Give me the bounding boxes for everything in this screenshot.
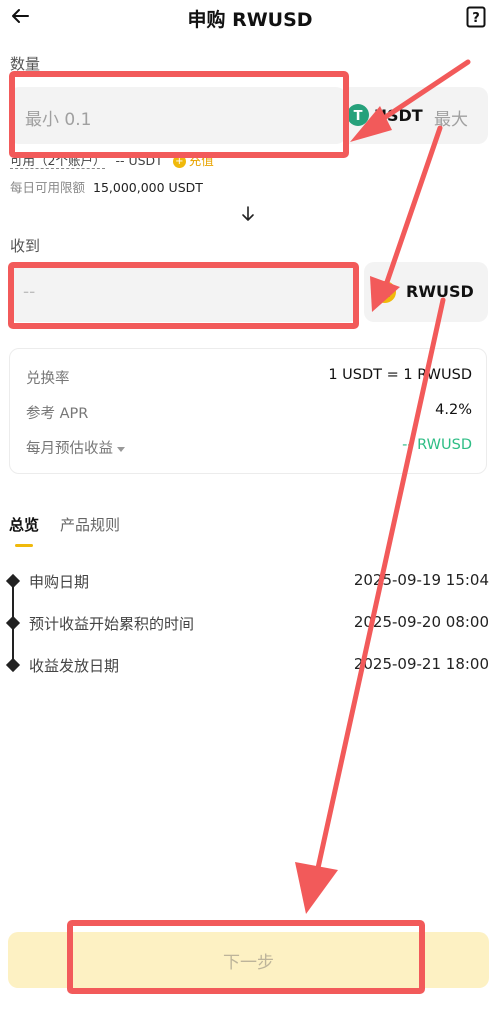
monthly-label: 每月预估收益 [26,441,113,457]
timeline-label: 申购日期 [29,573,90,591]
timeline-value: 2025-09-20 08:00 [353,613,489,631]
rate-row: 兑换率 1 USDT = 1 RWUSD [26,367,472,388]
amount-coin-panel: T USDT 最大 [340,87,488,144]
help-icon[interactable]: ? [466,6,486,28]
available-value: -- USDT [115,153,163,168]
monthly-value: -- RWUSD [402,437,472,453]
available-label: 可用（2个账户） [10,153,106,169]
amount-input[interactable]: 最小 0.1 [9,87,346,144]
svg-text:?: ? [472,11,480,26]
receive-placeholder: -- [23,282,36,302]
timeline-dot-icon [5,573,21,589]
caret-down-icon[interactable] [117,446,125,452]
receive-label: 收到 [10,237,41,255]
svg-text:R: R [380,286,389,300]
tab-active-indicator [15,544,33,547]
tab-overview[interactable]: 总览 [9,514,39,535]
arrow-down-icon [242,206,254,221]
timeline-label: 收益发放日期 [29,657,120,675]
available-balance: 可用（2个账户） -- USDT + 充值 [10,150,214,169]
daily-limit: 每日可用限额 15,000,000 USDT [10,177,203,196]
page-title: 申购 RWUSD [187,9,313,31]
limit-value: 15,000,000 USDT [93,180,203,195]
timeline-value: 2025-09-19 15:04 [353,571,489,589]
svg-text:T: T [354,109,363,124]
tab-product-rules[interactable]: 产品规则 [60,514,120,535]
amount-label: 数量 [10,55,41,73]
recharge-link[interactable]: 充值 [189,153,214,168]
amount-placeholder: 最小 0.1 [25,110,92,130]
rwusd-coin-icon: R [374,281,396,303]
amount-coin-symbol: USDT [374,106,423,125]
monthly-row[interactable]: 每月预估收益 -- RWUSD [26,437,472,458]
usdt-coin-icon: T [347,104,369,126]
receive-coin-symbol: RWUSD [406,282,474,301]
receive-input: -- [9,262,358,322]
receive-coin-panel: R RWUSD [364,262,488,322]
timeline-dot-icon [5,657,21,673]
timeline-dot-icon [5,615,21,631]
max-button[interactable]: 最大 [434,105,468,130]
next-step-button[interactable]: 下一步 [8,932,489,988]
apr-row: 参考 APR 4.2% [26,402,472,423]
rate-label: 兑换率 [26,371,70,387]
limit-label: 每日可用限额 [10,180,86,195]
apr-label: 参考 APR [26,406,89,422]
plus-circle-icon[interactable]: + [172,155,186,168]
timeline-value: 2025-09-21 18:00 [353,655,489,673]
header: 申购 RWUSD ? [0,0,500,34]
rate-info-card: 兑换率 1 USDT = 1 RWUSD 参考 APR 4.2% 每月预估收益 … [9,348,487,474]
timeline-label: 预计收益开始累积的时间 [29,615,195,633]
apr-value: 4.2% [435,402,472,418]
rate-value: 1 USDT = 1 RWUSD [328,367,472,383]
